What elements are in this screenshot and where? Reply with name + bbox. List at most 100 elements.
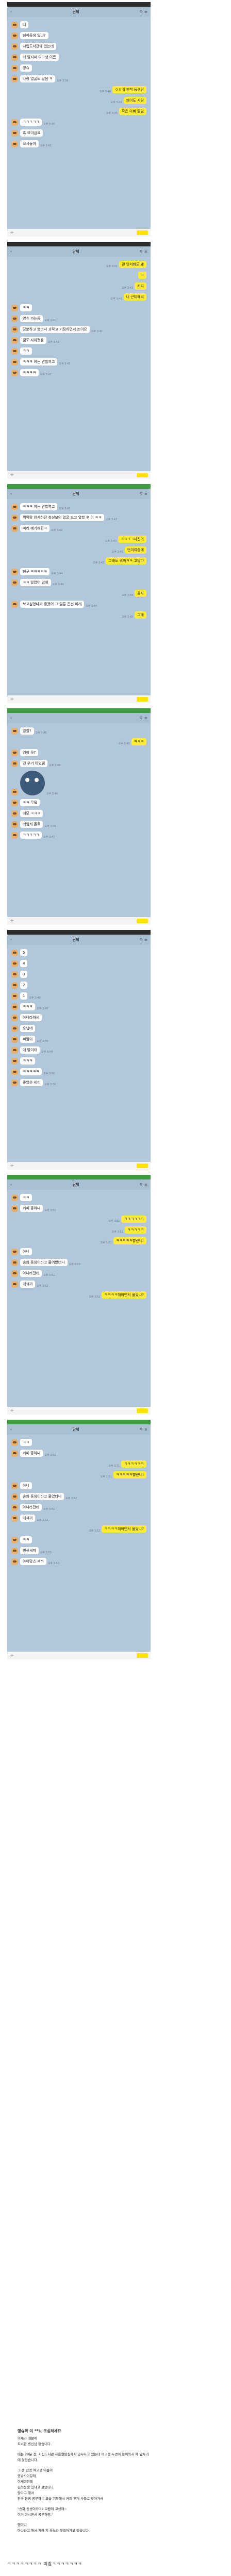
sent-bubble[interactable]: ㅋㅋㅋㅋㅋ (124, 1226, 146, 1234)
avatar[interactable] (11, 514, 18, 521)
menu-icon[interactable]: ≡ (144, 938, 147, 942)
send-button[interactable] (137, 230, 148, 235)
avatar[interactable] (11, 1036, 18, 1043)
received-bubble[interactable]: 송화 동생이라고 물었더니 (20, 1493, 64, 1500)
avatar[interactable] (11, 326, 18, 333)
received-bubble[interactable]: 너 (20, 21, 29, 28)
search-icon[interactable]: ⚲ (140, 1427, 142, 1432)
received-bubble[interactable]: 얼할? (20, 727, 34, 735)
avatar[interactable] (11, 1025, 18, 1032)
avatar[interactable] (11, 22, 18, 28)
received-bubble[interactable]: 아니라던데 (20, 1504, 42, 1511)
avatar[interactable] (11, 348, 18, 355)
received-bubble[interactable]: 커피 좋아나 (20, 1450, 43, 1457)
received-bubble[interactable]: 좋았은 세끼 (20, 1079, 43, 1086)
avatar[interactable] (11, 569, 18, 575)
sent-bubble[interactable]: 왜이도 사람 (123, 97, 146, 104)
avatar[interactable] (11, 1493, 18, 1500)
received-bubble[interactable]: 보고싶었나봐 좋겠어 그 얼른 곤선 미래 (20, 601, 85, 608)
message-input-bar[interactable]: + (7, 471, 151, 479)
received-bubble[interactable]: 뭐막랑 인사하던 청성보인 얼굴 보고 알할 후 이 ㅋㅋ (20, 514, 105, 521)
avatar[interactable] (11, 504, 18, 510)
avatar[interactable] (11, 760, 18, 767)
plus-icon[interactable]: + (10, 1653, 14, 1658)
search-icon[interactable]: ⚲ (140, 492, 142, 496)
received-bubble[interactable]: 걘 우기 이었쨈 (20, 760, 48, 767)
received-bubble[interactable]: 4 (20, 960, 28, 967)
sent-bubble[interactable]: 작은 아빠 딸임 (119, 108, 146, 115)
received-bubble[interactable]: 엄청 웃? (20, 749, 39, 756)
avatar[interactable] (11, 971, 18, 978)
avatar[interactable] (11, 1450, 18, 1457)
message-list[interactable]: 얼할? 오후 3:45 오후 3:45 ㅋㅋㅋ 엄청 웃? 걘 우기 이었쨈 오후 3:46… (7, 723, 151, 839)
received-bubble[interactable]: 아니 (20, 1482, 32, 1489)
avatar[interactable] (11, 370, 18, 376)
received-bubble[interactable]: 2 (20, 982, 28, 989)
received-bubble[interactable]: ㅋㅋㅋㅋㅋ (20, 119, 42, 126)
received-bubble[interactable]: ㅋㅋ (20, 1439, 32, 1446)
avatar[interactable] (11, 579, 18, 586)
received-bubble[interactable]: ㅋㅋㅋ (20, 1003, 36, 1010)
sent-bubble[interactable]: ㅇㅇ내 친척 동생임 (112, 86, 146, 93)
avatar[interactable] (11, 1439, 18, 1446)
search-icon[interactable]: ⚲ (140, 716, 142, 720)
back-icon[interactable]: ‹ (10, 10, 12, 14)
plus-icon[interactable]: + (10, 918, 14, 924)
received-bubble[interactable]: ㅋㅋ (20, 1536, 32, 1543)
avatar[interactable] (11, 1515, 18, 1522)
message-input-bar[interactable]: + (7, 1407, 151, 1415)
received-bubble[interactable]: 3 (20, 971, 28, 978)
received-bubble[interactable]: 확사들어 (20, 140, 39, 147)
avatar[interactable] (11, 1558, 18, 1565)
menu-icon[interactable]: ≡ (144, 1183, 147, 1187)
avatar[interactable] (11, 728, 18, 735)
sent-bubble[interactable]: ㅋㅋㅋㅋㅋ빨랐니! (113, 1237, 146, 1244)
received-bubble[interactable]: 개색끼 (20, 1515, 36, 1522)
avatar[interactable] (11, 65, 18, 72)
received-bubble[interactable]: 5 (20, 949, 28, 956)
avatar[interactable] (11, 810, 18, 817)
received-bubble[interactable]: 송화 동생이라고 물어봤더니 (20, 1259, 68, 1266)
received-bubble[interactable]: 병신새끼 (20, 1547, 39, 1554)
avatar[interactable] (11, 32, 18, 39)
avatar[interactable] (11, 1004, 18, 1010)
plus-icon[interactable]: + (10, 1408, 14, 1414)
received-bubble[interactable]: 혹 요이금요 (20, 129, 43, 137)
message-list[interactable]: 5 4 3 2 1 오후 3:48 ㅋㅋㅋ 오후 3:48 아니라하세 오닙네 씨발이 오후 3:49… (7, 945, 151, 1086)
avatar[interactable] (11, 982, 18, 989)
received-bubble[interactable]: ㅋㅋㅋㅋㅋ (20, 832, 42, 839)
received-bubble[interactable]: ㅋㅋ 무목 (20, 799, 40, 806)
avatar[interactable] (11, 1548, 18, 1554)
avatar[interactable] (11, 1194, 18, 1201)
sent-bubble[interactable]: 언이여줄께 (124, 546, 146, 554)
avatar[interactable] (11, 1015, 18, 1021)
message-input-bar[interactable]: + (7, 1652, 151, 1659)
received-bubble[interactable]: 아니 (20, 1248, 32, 1255)
avatar[interactable] (11, 1069, 18, 1075)
message-list[interactable]: ㅋㅋ 커피 좋아나 오후 3:51 오후 3:51 ㅋㅋㅋㅋㅋㅋ 오후 3:51 ㅋㅋㅋㅋㅋ… (7, 1435, 151, 1565)
sent-bubble[interactable]: ㅋㅋㅋㅋㅋㅋ (121, 1216, 146, 1223)
sent-bubble[interactable]: ㅋㅋㅋㅋ해마면서 물었나? (102, 1291, 146, 1299)
received-bubble[interactable]: 씨발이 (20, 1036, 36, 1043)
received-bubble[interactable]: ㅋㅋㅋ 어는 변할끼고 (20, 503, 58, 510)
received-bubble[interactable]: 영슈 (20, 64, 32, 72)
avatar[interactable] (11, 800, 18, 806)
search-icon[interactable]: ⚲ (140, 250, 142, 254)
avatar[interactable] (11, 305, 18, 311)
message-list[interactable]: ㅋㅋㅋ 어는 변할끼고 오후 3:42 뭐막랑 인사하던 청성보인 얼굴 보고 알할… (7, 499, 151, 619)
message-input-bar[interactable]: + (7, 917, 151, 925)
received-bubble[interactable]: ㅋㅋ (20, 347, 32, 355)
avatar[interactable] (11, 1281, 18, 1288)
send-button[interactable] (137, 1164, 148, 1168)
avatar[interactable] (11, 1504, 18, 1511)
received-bubble[interactable]: 애모 ㅋㅋㅋ (20, 810, 43, 817)
received-bubble[interactable]: 친구 ㅋㅋㅋㅋㅋ (20, 568, 50, 575)
received-bubble[interactable]: 미리 예기해둬ㅋ (20, 525, 50, 532)
received-bubble[interactable]: 영슈 가는등 (20, 315, 43, 322)
avatar[interactable] (11, 832, 18, 839)
back-icon[interactable]: ‹ (10, 250, 12, 254)
received-bubble[interactable]: ㅋㅋㅋ 어는 변할끼고 (20, 358, 58, 365)
search-icon[interactable]: ⚲ (140, 1183, 142, 1187)
back-icon[interactable]: ‹ (10, 1427, 12, 1432)
avatar[interactable] (11, 1270, 18, 1277)
